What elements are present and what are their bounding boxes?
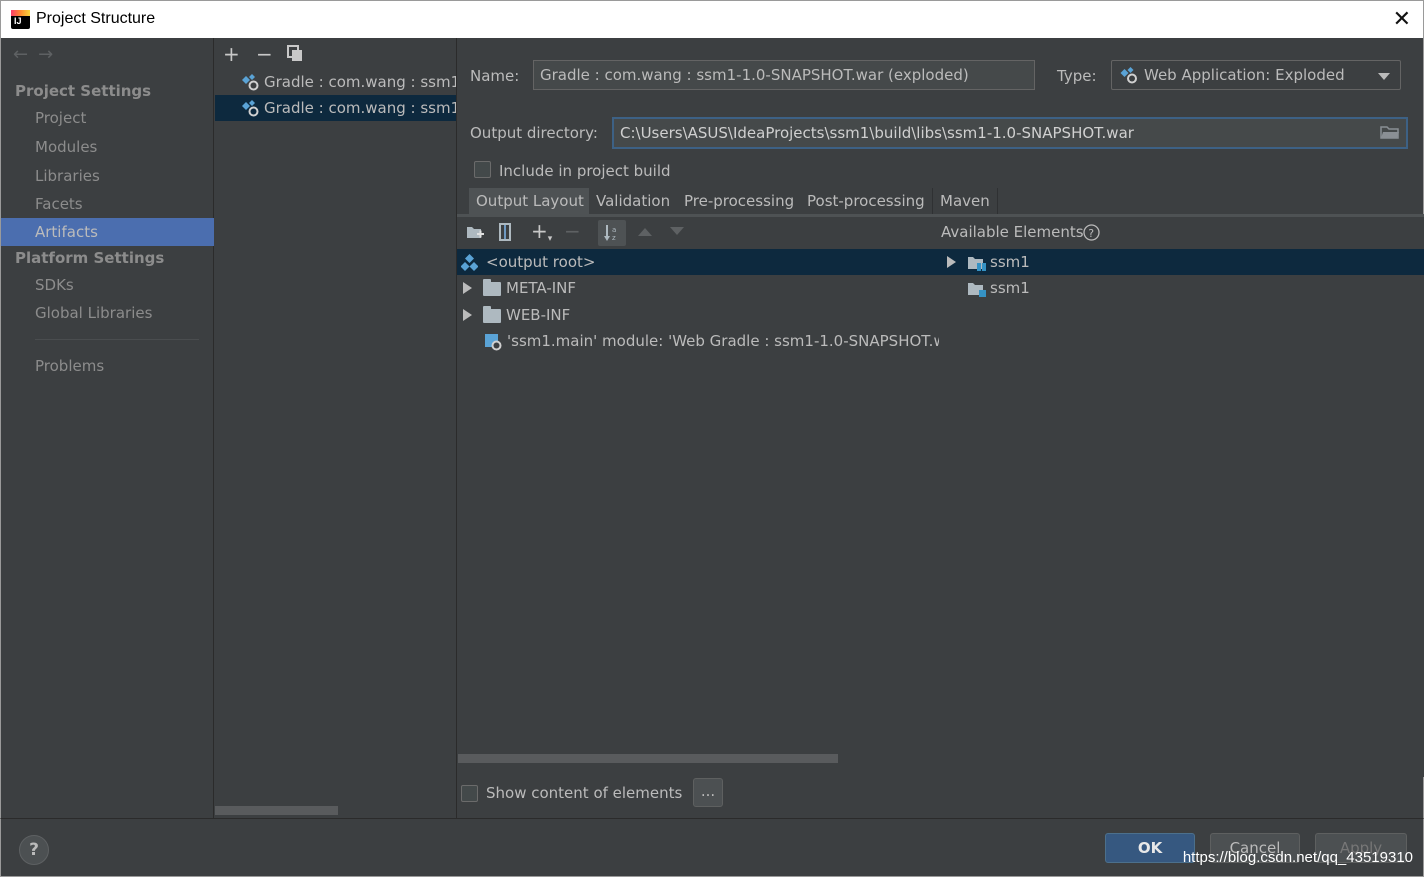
settings-sidebar: ←→ Project Settings Project Modules Libr… [0,38,214,818]
tab-output-layout[interactable]: Output Layout [469,188,592,214]
tree-item-label: WEB-INF [506,306,571,324]
output-layout-panel: +▾ − a z Available Elements ? <output ro… [457,217,1424,777]
tree-item-web-inf[interactable]: WEB-INF [461,302,931,328]
sort-elements-button[interactable]: a z [598,220,626,246]
tree-item-facet-resources[interactable]: 'ssm1.main' module: 'Web Gradle : ssm1-1… [461,328,939,354]
sidebar-item-global-libraries[interactable]: Global Libraries [1,299,214,327]
window-titlebar: IJ Project Structure ✕ [0,0,1424,38]
sort-alphabetically-icon: a z [604,225,616,242]
move-up-icon[interactable] [638,227,652,236]
output-root-icon [461,254,478,271]
web-artifact-icon [242,100,259,117]
sidebar-item-project[interactable]: Project [1,104,214,132]
sidebar-item-problems[interactable]: Problems [1,352,214,380]
create-directory-icon[interactable] [466,224,484,240]
sidebar-item-libraries[interactable]: Libraries [1,162,214,190]
tree-item-label: 'ssm1.main' module: 'Web Gradle : ssm1-1… [507,332,939,350]
platform-settings-header: Platform Settings [15,249,165,267]
chevron-down-icon [1378,73,1390,80]
dialog-footer: ? OK Cancel Apply https://blog.csdn.net/… [0,818,1424,877]
expand-arrow-icon[interactable] [463,309,472,321]
folder-open-icon[interactable] [1380,124,1400,140]
include-in-build-label: Include in project build [499,162,671,180]
show-content-checkbox[interactable] [461,785,478,802]
name-label: Name: [470,67,520,85]
artifact-editor: Name: Gradle : com.wang : ssm1-1.0-SNAPS… [457,38,1424,818]
tab-pre-processing[interactable]: Pre-processing [677,188,803,214]
artifact-item-label: Gradle : com.wang : ssm1-1.0-SNAPSHOT.wa… [264,99,456,117]
tree-item-label: <output root> [486,253,596,271]
module-group-icon [968,257,986,271]
output-directory-value: C:\Users\ASUS\IdeaProjects\ssm1\build\li… [620,124,1134,142]
output-directory-field[interactable]: C:\Users\ASUS\IdeaProjects\ssm1\build\li… [612,117,1408,149]
artifact-list-panel: + − Gradle : com.wang : ssm1-1.0-SNAPSHO… [214,38,457,818]
include-in-build-checkbox[interactable] [474,161,491,178]
project-settings-header: Project Settings [15,82,152,100]
facet-resources-icon [485,334,502,351]
sidebar-item-facets[interactable]: Facets [1,190,214,218]
artifact-item-war-exploded[interactable]: Gradle : com.wang : ssm1-1.0-SNAPSHOT.wa… [215,95,456,121]
available-item-ssm1-group[interactable]: ssm1 [945,249,1415,275]
add-artifact-icon[interactable]: + [223,44,240,64]
available-item-ssm1-module[interactable]: ssm1 [945,275,1415,301]
web-artifact-icon [242,74,259,91]
type-label: Type: [1057,67,1097,85]
add-element-icon[interactable]: +▾ [531,221,552,246]
artifact-name-field[interactable]: Gradle : com.wang : ssm1-1.0-SNAPSHOT.wa… [533,60,1035,90]
folder-icon [483,279,501,296]
tree-item-label: META-INF [506,279,577,297]
tree-item-meta-inf[interactable]: META-INF [461,275,931,301]
output-directory-label: Output directory: [470,124,598,142]
layout-tree-scrollbar[interactable] [458,754,838,763]
watermark-text: https://blog.csdn.net/qq_43519310 [1182,849,1413,866]
move-down-icon[interactable] [670,227,684,236]
artifact-item-label: Gradle : com.wang : ssm1-1.0-SNAPSHOT.wa… [264,73,456,91]
tab-maven[interactable]: Maven [933,188,998,214]
svg-text:z: z [612,234,616,242]
artifact-item-war[interactable]: Gradle : com.wang : ssm1-1.0-SNAPSHOT.wa… [215,69,456,95]
sidebar-item-modules[interactable]: Modules [1,133,214,161]
window-title: Project Structure [36,10,156,27]
expand-arrow-icon[interactable] [463,282,472,294]
svg-text:a: a [612,226,616,234]
remove-element-icon[interactable]: − [564,221,581,241]
svg-text:?: ? [1088,227,1094,240]
help-button[interactable]: ? [19,835,49,865]
available-item-label: ssm1 [990,279,1030,297]
folder-icon [483,306,501,323]
tab-post-processing[interactable]: Post-processing [800,188,933,214]
help-question-icon[interactable]: ? [1083,224,1100,241]
copy-artifact-icon[interactable] [287,45,303,62]
artifact-type-value: Web Application: Exploded [1144,66,1345,84]
back-forward-icons[interactable]: ←→ [13,44,63,65]
intellij-logo-icon: IJ [11,10,30,29]
artifact-type-select[interactable]: Web Application: Exploded [1111,60,1401,90]
artifact-list-scrollbar[interactable] [215,806,338,815]
sidebar-divider [35,339,199,340]
close-icon[interactable]: ✕ [1393,7,1411,32]
ok-button[interactable]: OK [1105,833,1195,863]
show-content-label: Show content of elements [486,784,683,802]
available-item-label: ssm1 [990,253,1030,271]
module-icon [968,283,986,297]
create-archive-icon[interactable] [499,223,511,241]
web-artifact-icon [1120,67,1137,84]
show-content-options-button[interactable]: ... [693,778,723,807]
sidebar-item-artifacts[interactable]: Artifacts [1,218,214,246]
available-elements-label: Available Elements [941,223,1084,241]
expand-arrow-icon[interactable] [947,256,956,268]
remove-artifact-icon[interactable]: − [256,44,273,64]
tree-item-output-root[interactable]: <output root> [461,249,931,275]
tab-validation[interactable]: Validation [589,188,679,214]
sidebar-item-sdks[interactable]: SDKs [1,271,214,299]
